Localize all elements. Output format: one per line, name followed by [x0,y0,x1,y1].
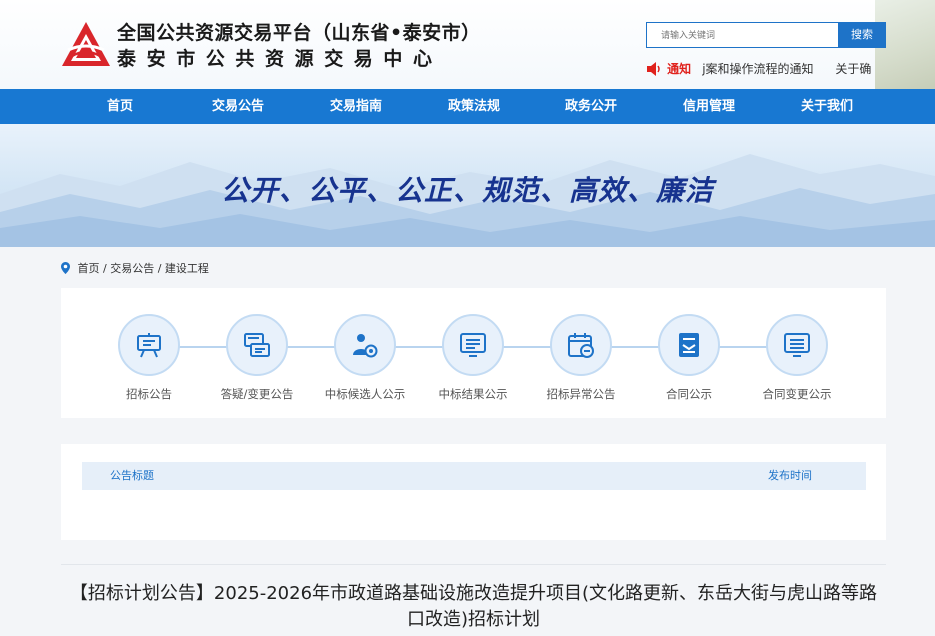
site-header: 全国公共资源交易平台（山东省•泰安市） 泰安市公共资源交易中心 搜索 通知 j案… [0,0,935,89]
column-date-header: 发布时间 [768,469,812,482]
category-abnormal[interactable]: 招标异常公告 [526,314,636,402]
category-label: 中标结果公示 [438,387,508,401]
candidate-icon [353,334,378,358]
category-icon-wrap [226,314,288,376]
breadcrumb-separator: / [154,262,165,275]
category-label: 招标异常公告 [546,387,616,401]
speaker-icon [646,61,660,77]
main-nav: 首页 交易公告 交易指南 政策法规 政务公开 信用管理 关于我们 [0,89,935,124]
contract-icon [679,333,699,357]
contract-change-icon [784,333,810,357]
exchange-icon [244,333,270,357]
nav-item-home[interactable]: 首页 [70,89,170,124]
category-candidate[interactable]: 中标候选人公示 [310,314,420,402]
breadcrumb-separator: / [99,262,111,275]
article-title: 【招标计划公告】2025-2026年市政道路基础设施改造提升项目(文化路更新、东… [69,583,878,630]
notice-item[interactable]: j案和操作流程的通知 [702,62,813,76]
notice-item[interactable]: 关于确 [835,62,871,76]
search-input[interactable] [647,24,838,48]
category-icon-wrap [550,314,612,376]
notice-items[interactable]: j案和操作流程的通知 关于确 [702,60,888,77]
calendar-minus-icon [568,333,594,358]
notice-ticker: 通知 j案和操作流程的通知 关于确 [646,58,888,80]
category-bid-announcement[interactable]: 招标公告 [94,314,204,402]
category-icon-wrap [118,314,180,376]
category-qa-change[interactable]: 答疑/变更公告 [202,314,312,402]
category-contract-change[interactable]: 合同变更公示 [742,314,852,402]
category-card: 招标公告 答疑/变更公告 中标候选人公示 中标结果公示 招标异常公告 合同公示 … [61,288,886,418]
breadcrumb: 首页 / 交易公告 / 建设工程 [61,260,209,277]
result-list-icon [460,333,486,357]
category-label: 答疑/变更公告 [220,387,294,401]
easel-icon [137,333,161,358]
category-label: 合同变更公示 [762,387,832,401]
nav-item-guide[interactable]: 交易指南 [306,89,406,124]
list-header: 公告标题 发布时间 [82,462,866,490]
nav-item-affairs[interactable]: 政务公开 [541,89,641,124]
notice-label: 通知 [667,62,692,76]
banner: 公开、公平、公正、规范、高效、廉洁 [0,124,935,247]
site-logo[interactable] [60,20,112,68]
breadcrumb-home[interactable]: 首页 [78,262,100,275]
category-label: 招标公告 [126,387,172,401]
breadcrumb-construction[interactable]: 建设工程 [165,262,209,275]
search-box [646,22,838,48]
breadcrumb-announce[interactable]: 交易公告 [110,262,154,275]
category-label: 中标候选人公示 [324,387,406,401]
site-subtitle: 泰安市公共资源交易中心 [117,48,443,70]
announcement-list: 公告标题 发布时间 [61,444,886,540]
nav-item-about[interactable]: 关于我们 [777,89,877,124]
category-result[interactable]: 中标结果公示 [418,314,528,402]
search-button[interactable]: 搜索 [838,22,886,48]
location-pin-icon [61,262,70,277]
category-icon-wrap [658,314,720,376]
nav-item-announce[interactable]: 交易公告 [188,89,288,124]
nav-item-policy[interactable]: 政策法规 [424,89,524,124]
site-title: 全国公共资源交易平台（山东省•泰安市） [117,22,481,44]
nav-item-credit[interactable]: 信用管理 [659,89,759,124]
category-label: 合同公示 [666,387,712,401]
category-contract[interactable]: 合同公示 [634,314,744,402]
banner-slogan: 公开、公平、公正、规范、高效、廉洁 [220,174,714,207]
column-title-header: 公告标题 [110,469,154,482]
article-section: 【招标计划公告】2025-2026年市政道路基础设施改造提升项目(文化路更新、东… [61,564,886,633]
category-icon-wrap [334,314,396,376]
category-icon-wrap [766,314,828,376]
category-icon-wrap [442,314,504,376]
